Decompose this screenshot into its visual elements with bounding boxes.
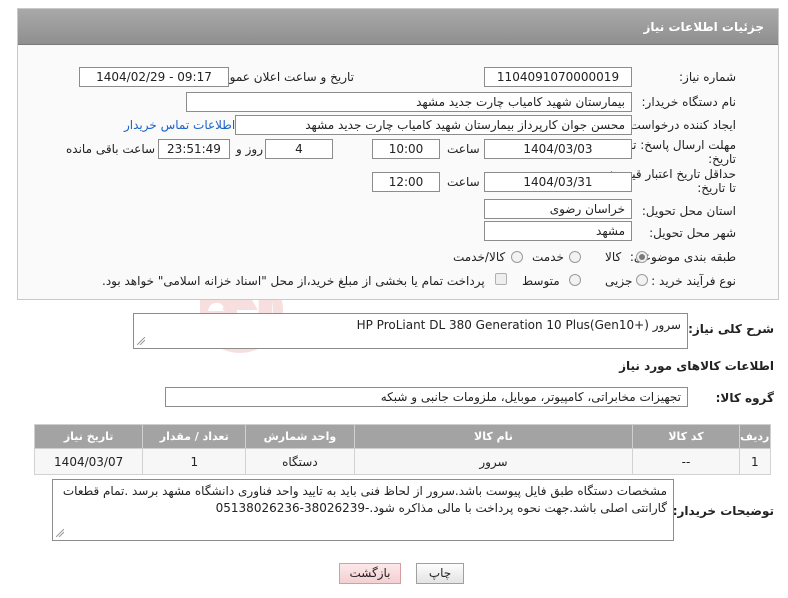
city-label: شهر محل تحویل: [649, 226, 736, 240]
process-radio-medium[interactable] [569, 274, 581, 286]
col-name-header: نام کالا [353, 424, 634, 449]
row-date: 1404/03/07 [33, 448, 144, 475]
table-row: 1 -- سرور دستگاه 1 1404/03/07 [33, 448, 772, 475]
process-label: نوع فرآیند خرید : [651, 274, 736, 288]
goods-table: ردیف کد کالا نام کالا واحد شمارش تعداد /… [33, 424, 772, 475]
panel-header: جزئیات اطلاعات نیاز [18, 9, 778, 45]
validity-date-field: 1404/03/31 [484, 172, 632, 192]
need-number-field: 1104091070000019 [484, 67, 632, 87]
announce-label: تاریخ و ساعت اعلان عمومی: [209, 70, 354, 84]
row-index: 1 [738, 448, 772, 475]
col-code-header: کد کالا [632, 424, 740, 449]
goods-section-title: اطلاعات کالاهای مورد نیاز [619, 359, 774, 373]
resize-grip-icon [56, 529, 64, 537]
validity-time-label: ساعت [447, 175, 480, 189]
row-unit: دستگاه [245, 448, 355, 475]
back-button[interactable]: بازگشت [339, 563, 401, 584]
category-option-service: خدمت [532, 250, 564, 264]
row-qty: 1 [142, 448, 247, 475]
process-option-medium: متوسط [522, 274, 560, 288]
row-name: سرور [353, 448, 634, 475]
goods-group-field: تجهیزات مخابراتی، کامپیوتر، موبایل، ملزو… [165, 387, 688, 407]
validity-time-field: 12:00 [372, 172, 440, 192]
col-date-header: تاریخ نیاز [33, 424, 144, 449]
category-radio-goods[interactable] [636, 251, 648, 263]
province-label: استان محل تحویل: [641, 204, 736, 218]
province-field: خراسان رضوی [484, 199, 632, 219]
buyer-org-field: بیمارستان شهید کامیاب چارت جدید مشهد [186, 92, 632, 112]
category-option-goods: کالا [605, 250, 622, 264]
buyer-notes-label: توضیحات خریدار: [672, 504, 774, 518]
deadline-time-field: 10:00 [372, 139, 440, 159]
requester-field: محسن جوان کارپرداز بیمارستان شهید کامیاب… [235, 115, 632, 135]
col-qty-header: تعداد / مقدار [142, 424, 247, 449]
category-option-goods-service: کالا/خدمت [453, 250, 506, 264]
buyer-contact-link[interactable]: اطلاعات تماس خریدار [124, 118, 235, 132]
process-radio-minor[interactable] [636, 274, 648, 286]
treasury-payment-note: پرداخت تمام یا بخشی از مبلغ خرید،از محل … [102, 274, 485, 288]
city-field: مشهد [484, 221, 632, 241]
buyer-notes-field[interactable]: مشخصات دستگاه طبق فایل پیوست باشد.سرور ا… [52, 479, 674, 541]
row-code: -- [632, 448, 740, 475]
deadline-date-field: 1404/03/03 [484, 139, 632, 159]
col-unit-header: واحد شمارش [245, 424, 355, 449]
goods-table-header: ردیف کد کالا نام کالا واحد شمارش تعداد /… [33, 424, 772, 449]
remaining-time-label: ساعت باقی مانده [66, 142, 156, 156]
announce-datetime-field: 1404/02/29 - 09:17 [79, 67, 229, 87]
category-radio-service[interactable] [569, 251, 581, 263]
print-button[interactable]: چاپ [416, 563, 464, 584]
description-label: شرح کلی نیاز: [688, 322, 774, 336]
buyer-notes-line1: مشخصات دستگاه طبق فایل پیوست باشد.سرور ا… [62, 484, 667, 498]
buyer-org-label: نام دستگاه خریدار: [641, 95, 737, 109]
days-label: روز و [236, 142, 263, 156]
col-index-header: ردیف [738, 424, 772, 449]
remaining-time-field: 23:51:49 [158, 139, 230, 159]
buyer-notes-line2: گارانتی اصلی باشد.جهت نحوه پرداخت با مال… [215, 501, 667, 515]
process-option-minor: جزیی [605, 274, 633, 288]
deadline-label-line1: مهلت ارسال پاسخ: تا [629, 138, 736, 152]
description-text: سرور (+HP ProLiant DL 380 Generation 10 … [356, 318, 681, 332]
panel-title: جزئیات اطلاعات نیاز [643, 20, 764, 34]
resize-grip-icon [137, 337, 145, 345]
deadline-label-line2: تاریخ: [708, 152, 736, 166]
need-number-label: شماره نیاز: [679, 70, 736, 84]
treasury-payment-checkbox[interactable] [495, 273, 507, 285]
goods-group-label: گروه کالا: [715, 391, 774, 405]
validity-label-line2: تا تاریخ: [697, 181, 736, 195]
requester-label: ایجاد کننده درخواست: [625, 118, 736, 132]
deadline-time-label: ساعت [447, 142, 480, 156]
description-field[interactable]: سرور (+HP ProLiant DL 380 Generation 10 … [133, 313, 688, 349]
days-remaining-field: 4 [265, 139, 333, 159]
category-radio-goods-service[interactable] [511, 251, 523, 263]
